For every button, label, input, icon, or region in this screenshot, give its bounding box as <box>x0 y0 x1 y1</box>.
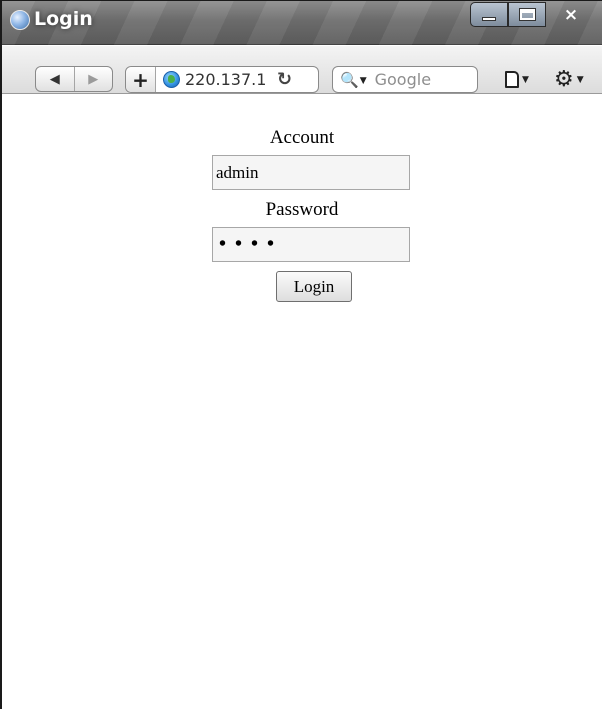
maximize-icon <box>518 8 536 21</box>
maximize-button[interactable] <box>508 2 546 27</box>
forward-button[interactable]: ▶ <box>73 67 113 91</box>
back-button[interactable]: ◀ <box>36 67 74 91</box>
login-button[interactable]: Login <box>276 271 352 302</box>
url-text[interactable]: 220.137.1 <box>185 70 271 89</box>
address-bar[interactable]: + 220.137.1 ↻ <box>125 66 319 93</box>
search-placeholder[interactable]: Google <box>375 70 431 89</box>
navigation-buttons: ◀ ▶ <box>35 66 113 92</box>
search-engine-caret-icon[interactable]: ▼ <box>360 76 367 86</box>
chevron-down-icon: ▼ <box>522 74 529 85</box>
close-icon: × <box>563 4 579 25</box>
page-icon <box>505 71 519 88</box>
password-label: Password <box>265 199 339 220</box>
gear-icon: ⚙ <box>554 66 574 92</box>
search-icon[interactable]: 🔍 <box>340 71 359 89</box>
globe-icon <box>163 71 180 88</box>
add-bookmark-button[interactable]: + <box>126 67 156 92</box>
title-bar[interactable]: Login × <box>2 1 602 45</box>
page-content: Account admin Password •••• Login <box>2 95 602 709</box>
minimize-icon <box>482 16 496 21</box>
caption-buttons: × <box>470 2 596 28</box>
back-arrow-icon: ◀ <box>49 71 60 87</box>
plus-icon: + <box>132 67 149 92</box>
settings-menu-button[interactable]: ⚙ ▼ <box>554 66 584 93</box>
page-menu-button[interactable]: ▼ <box>505 66 529 93</box>
forward-arrow-icon: ▶ <box>88 71 99 87</box>
browser-toolbar: ◀ ▶ + 220.137.1 ↻ 🔍 ▼ Google ▼ ⚙ ▼ <box>2 46 602 94</box>
window-title: Login <box>34 8 93 30</box>
password-input[interactable]: •••• <box>212 227 410 262</box>
account-label: Account <box>269 127 335 148</box>
close-button[interactable]: × <box>546 2 596 27</box>
minimize-button[interactable] <box>470 2 508 27</box>
account-input[interactable]: admin <box>212 155 410 190</box>
browser-app-icon <box>10 10 30 30</box>
browser-window: Login × ◀ ▶ + 220.137.1 ↻ 🔍 ▼ Google ▼ ⚙… <box>0 0 602 709</box>
reload-icon[interactable]: ↻ <box>277 69 292 90</box>
chevron-down-icon: ▼ <box>576 74 584 85</box>
search-field[interactable]: 🔍 ▼ Google <box>332 66 478 93</box>
